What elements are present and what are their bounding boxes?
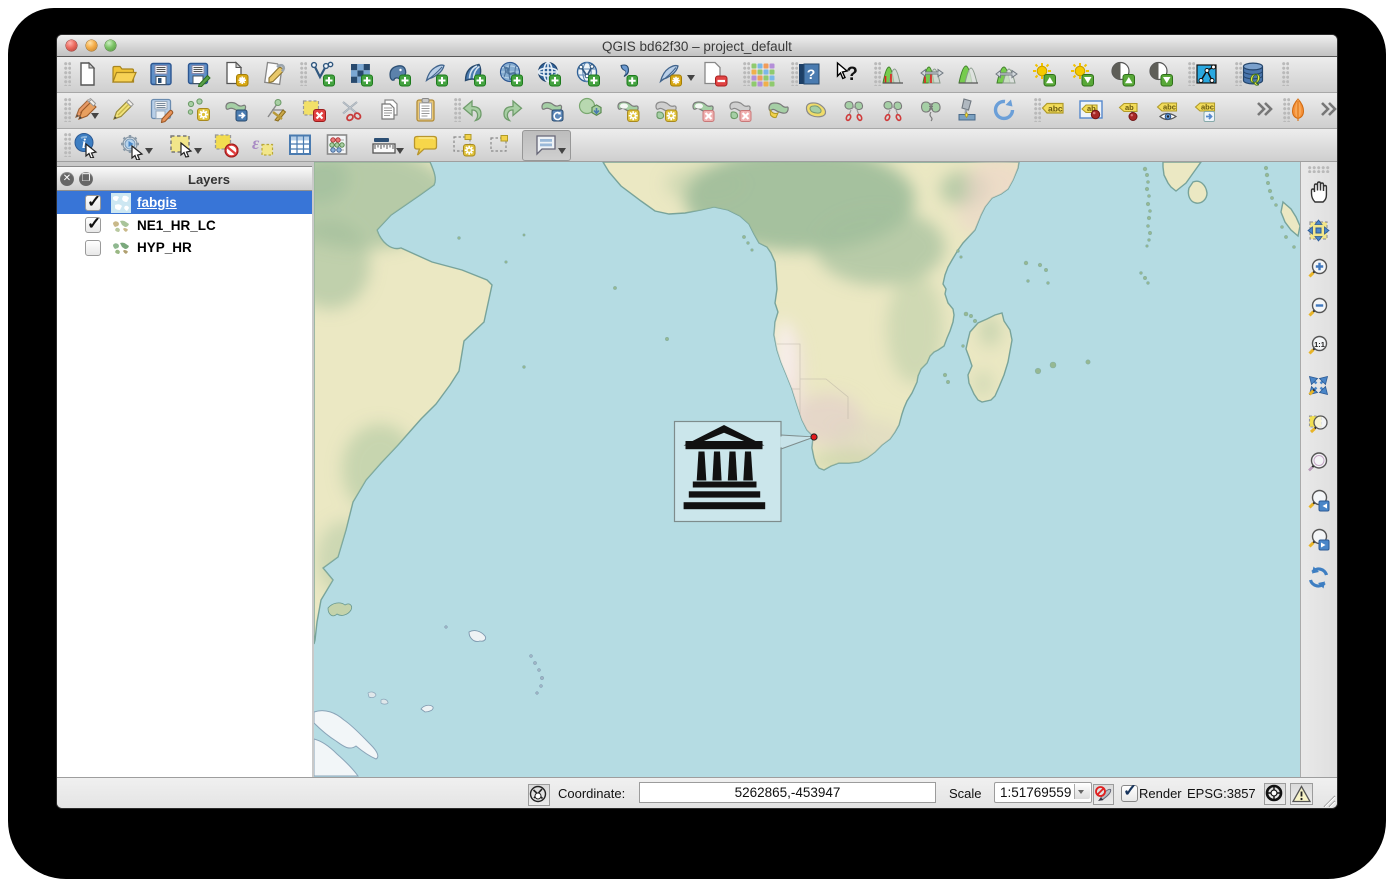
svg-text:1:1: 1:1 bbox=[1314, 340, 1325, 349]
svg-text:ab: ab bbox=[1125, 102, 1134, 111]
svg-text:?: ? bbox=[846, 64, 858, 85]
svg-text:abc: abc bbox=[1163, 102, 1176, 111]
svg-text:?: ? bbox=[807, 66, 816, 82]
svg-text:ε: ε bbox=[252, 133, 260, 153]
svg-text:abc: abc bbox=[1201, 102, 1214, 111]
svg-text:Q: Q bbox=[1250, 72, 1260, 87]
svg-text:abc: abc bbox=[1048, 103, 1063, 113]
